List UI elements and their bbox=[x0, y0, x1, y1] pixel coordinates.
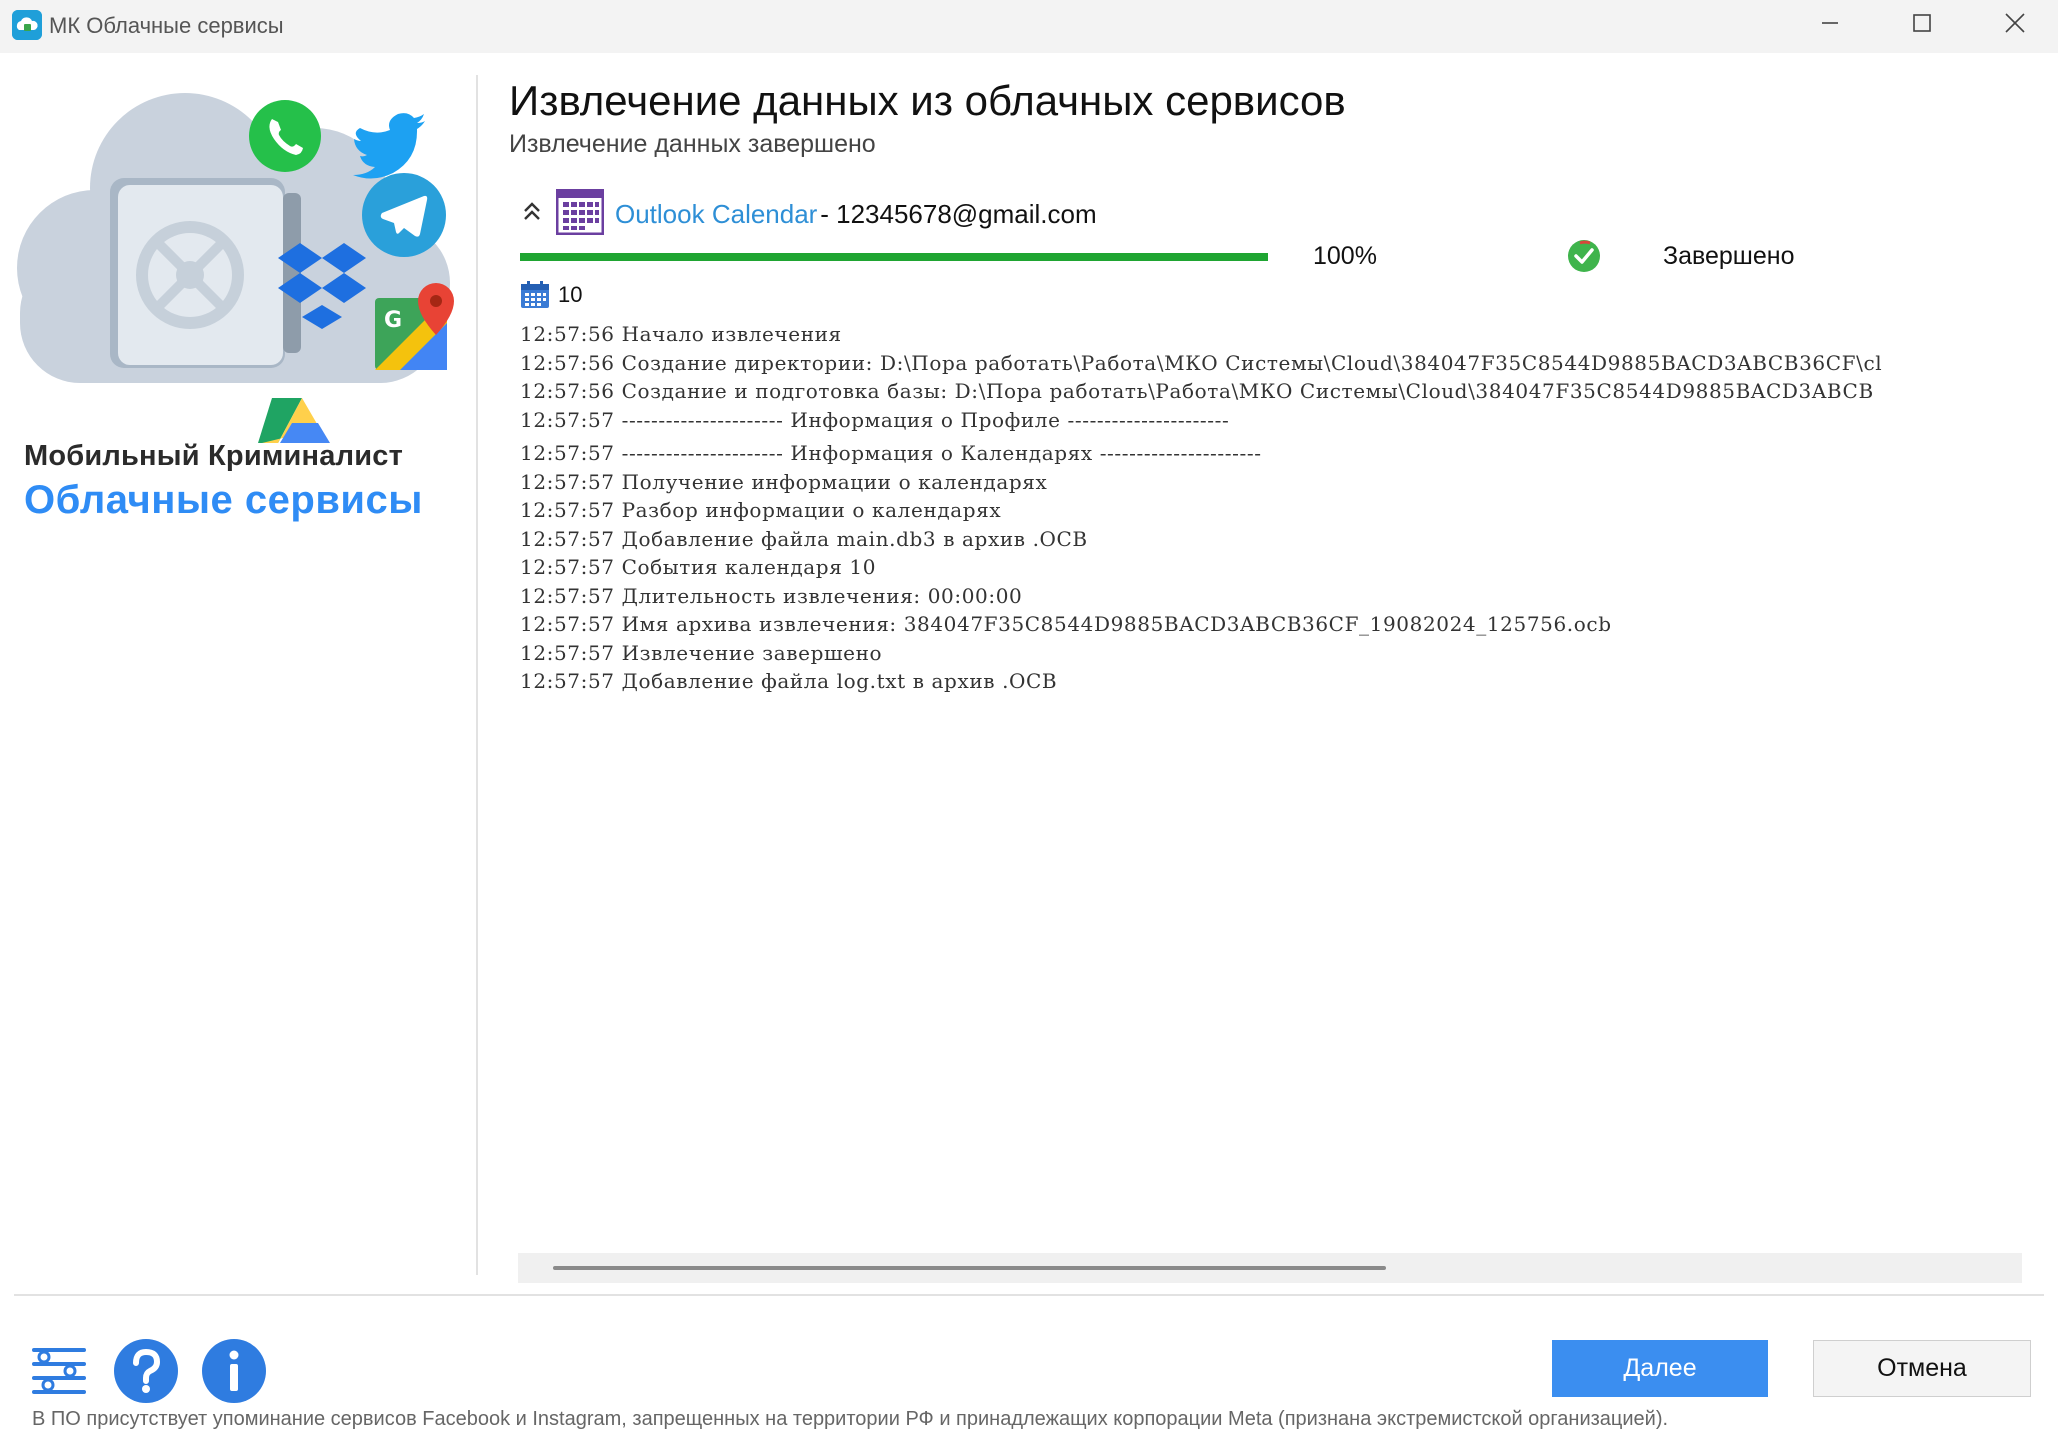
log-line: 12:57:57 События календаря 10 bbox=[520, 555, 877, 579]
item-count: 10 bbox=[558, 282, 583, 307]
log-line: 12:57:57 Получение информации о календар… bbox=[520, 469, 1048, 494]
log-line: 12:57:56 Создание директории: D:\Пора ра… bbox=[520, 350, 1883, 375]
close-icon bbox=[2005, 12, 2025, 33]
next-button[interactable]: Далее bbox=[1552, 1340, 1768, 1397]
legal-disclaimer: В ПО присутствует упоминание сервисов Fa… bbox=[32, 1408, 1669, 1430]
log-line: 12:57:57 Добавление файла log.txt в архи… bbox=[520, 669, 1058, 693]
safe-icon bbox=[110, 178, 301, 368]
vertical-divider bbox=[476, 75, 478, 1275]
svg-text:G: G bbox=[384, 308, 402, 333]
left-panel: G Мобильный Криминалист Облачные сервисы bbox=[0, 53, 476, 1275]
service-account: - 12345678@gmail.com bbox=[813, 199, 1097, 229]
log-line: 12:57:57 Длительность извлечения: 00:00:… bbox=[520, 583, 1023, 608]
title-bar: МК Облачные сервисы bbox=[0, 0, 2058, 53]
page-subtitle: Извлечение данных завершено bbox=[509, 130, 876, 158]
minimize-icon bbox=[1822, 21, 1838, 24]
cancel-button[interactable]: Отмена bbox=[1813, 1340, 2031, 1397]
google-drive-icon bbox=[258, 398, 330, 443]
log-line: 12:57:57 ---------------------- Информац… bbox=[520, 441, 1262, 465]
extraction-progress-bar bbox=[520, 253, 1268, 261]
log-line: 12:57:56 Начало извлечения bbox=[520, 322, 842, 346]
brand-line-module: Облачные сервисы bbox=[24, 478, 423, 522]
extraction-log: 12:57:56 Начало извлечения 12:57:56 Созда… bbox=[520, 320, 2020, 1250]
minimize-button[interactable] bbox=[1790, 0, 1870, 45]
maximize-button[interactable] bbox=[1882, 0, 1962, 45]
double-chevron-up-icon[interactable] bbox=[520, 200, 544, 224]
maximize-icon bbox=[1913, 13, 1931, 32]
scrollbar-thumb[interactable] bbox=[553, 1266, 1386, 1270]
info-icon[interactable] bbox=[201, 1338, 267, 1404]
log-line: 12:57:57 Разбор информации о календарях bbox=[520, 498, 1002, 522]
log-line: 12:57:57 ---------------------- Информац… bbox=[520, 407, 1230, 432]
service-name-link[interactable]: Outlook Calendar bbox=[615, 199, 817, 230]
log-line: 12:57:57 Имя архива извлечения: 384047F3… bbox=[520, 612, 1612, 636]
progress-percent: 100% bbox=[1313, 242, 1377, 270]
horizontal-scrollbar[interactable] bbox=[518, 1253, 2022, 1283]
log-line: 12:57:57 Добавление файла main.db3 в арх… bbox=[520, 526, 1088, 551]
window-title: МК Облачные сервисы bbox=[49, 13, 284, 38]
status-label: Завершено bbox=[1663, 242, 1795, 270]
help-icon[interactable] bbox=[113, 1338, 179, 1404]
progress-bar-fill bbox=[520, 253, 1268, 261]
settings-sliders-icon[interactable] bbox=[26, 1338, 92, 1404]
calendar-small-icon bbox=[520, 281, 550, 309]
log-line: 12:57:56 Создание и подготовка базы: D:\… bbox=[520, 379, 1874, 403]
cloud-services-illustration: G bbox=[17, 93, 454, 443]
cloud-app-icon bbox=[12, 10, 42, 40]
footer-divider bbox=[14, 1294, 2044, 1296]
calendar-icon bbox=[555, 188, 605, 236]
close-button[interactable] bbox=[1975, 0, 2055, 45]
check-circle-icon bbox=[1566, 238, 1602, 274]
whatsapp-icon bbox=[249, 100, 321, 172]
page-title: Извлечение данных из облачных сервисов bbox=[509, 77, 1346, 124]
telegram-icon bbox=[362, 173, 446, 257]
brand-line-product: Мобильный Криминалист bbox=[24, 440, 403, 472]
log-line: 12:57:57 Извлечение завершено bbox=[520, 640, 883, 665]
